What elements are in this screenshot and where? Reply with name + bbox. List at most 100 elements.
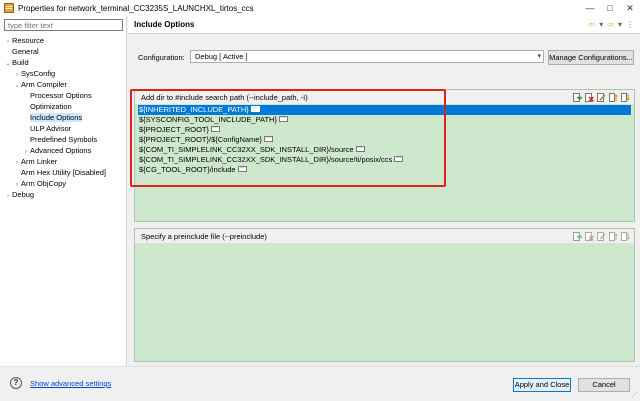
tree-item[interactable]: Include Options xyxy=(0,112,127,123)
show-advanced-settings-link[interactable]: Show advanced settings xyxy=(30,379,111,388)
tree-item-label: Debug xyxy=(12,190,35,199)
more-options-icon[interactable]: ··· xyxy=(250,106,260,113)
more-options-icon[interactable]: ··· xyxy=(394,156,404,163)
list-item[interactable]: ${PROJECT_ROOT} ··· xyxy=(138,125,631,135)
window-controls: — □ ✕ xyxy=(580,0,640,16)
include-path-text: ${PROJECT_ROOT}/${ConfigName} xyxy=(139,135,262,144)
tree-item[interactable]: › Arm Linker xyxy=(0,156,127,167)
configuration-row: Configuration: xyxy=(138,50,189,64)
tree-item-label: General xyxy=(12,47,39,56)
page-navigation: ⇦ ▾ ⇨ ▾ ⋮ xyxy=(589,20,634,29)
preinclude-panel: Specify a preinclude file (--preinclude) xyxy=(134,228,635,362)
forward-menu-icon[interactable]: ▾ xyxy=(618,20,622,29)
tree-item[interactable]: Optimization xyxy=(0,101,127,112)
tree-item[interactable]: › Advanced Options xyxy=(0,145,127,156)
list-item[interactable]: ${COM_TI_SIMPLELINK_CC32XX_SDK_INSTALL_D… xyxy=(138,155,631,165)
back-menu-icon[interactable]: ▾ xyxy=(599,20,603,29)
window-titlebar: Properties for network_terminal_CC3235S_… xyxy=(0,0,640,16)
view-menu-icon[interactable]: ⋮ xyxy=(626,20,634,29)
move-down-icon xyxy=(620,231,630,241)
preinclude-toolbar xyxy=(572,231,630,241)
tree-item-label: Include Options xyxy=(30,113,83,122)
property-tree: › Resource General ⌄Build › SysConfig ⌄Arm Com… xyxy=(0,35,127,200)
cancel-button[interactable]: Cancel xyxy=(578,378,630,392)
more-options-icon[interactable]: ··· xyxy=(263,136,273,143)
list-item[interactable]: ${PROJECT_ROOT}/${ConfigName} ··· xyxy=(138,135,631,145)
maximize-button[interactable]: □ xyxy=(600,0,620,16)
list-item[interactable]: ${INHERITED_INCLUDE_PATH} ··· xyxy=(138,105,631,115)
forward-arrow-icon[interactable]: ⇨ xyxy=(607,20,614,29)
resize-grip-icon[interactable]: ⋰ xyxy=(631,391,638,399)
tree-item[interactable]: General xyxy=(0,46,127,57)
apply-and-close-button[interactable]: Apply and Close xyxy=(513,378,571,392)
tree-item-label: Predefined Symbols xyxy=(30,135,98,144)
preinclude-header: Specify a preinclude file (--preinclude) xyxy=(135,229,634,243)
tree-item-label: SysConfig xyxy=(21,69,56,78)
window-title: Properties for network_terminal_CC3235S_… xyxy=(18,3,254,13)
include-path-text: ${PROJECT_ROOT} xyxy=(139,125,210,134)
tree-item-label: Arm ObjCopy xyxy=(21,179,67,188)
more-options-icon[interactable]: ··· xyxy=(211,126,221,133)
back-arrow-icon[interactable]: ⇦ xyxy=(589,20,596,29)
add-icon[interactable] xyxy=(572,231,582,241)
include-path-text: ${INHERITED_INCLUDE_PATH} xyxy=(139,105,249,114)
move-up-icon xyxy=(608,231,618,241)
edit-icon xyxy=(596,231,606,241)
move-up-icon[interactable] xyxy=(608,92,618,102)
dialog-button-bar: ? Show advanced settings Apply and Close… xyxy=(0,366,640,401)
tree-item[interactable]: › Arm ObjCopy xyxy=(0,178,127,189)
delete-icon xyxy=(584,231,594,241)
tree-item-label: Processor Options xyxy=(30,91,92,100)
configuration-select[interactable]: Debug [ Active ] ▾ xyxy=(190,50,544,63)
minimize-button[interactable]: — xyxy=(580,0,600,16)
include-path-label: Add dir to #include search path (--inclu… xyxy=(141,93,308,102)
tree-item-label: Arm Hex Utility [Disabled] xyxy=(21,168,107,177)
list-item[interactable]: ${SYSCONFIG_TOOL_INCLUDE_PATH} ··· xyxy=(138,115,631,125)
delete-icon[interactable] xyxy=(584,92,594,102)
property-navigation-pane: ›ResourceGeneral⌄Build›SysConfig⌄Arm Com… xyxy=(0,16,127,366)
configuration-value: Debug [ Active ] xyxy=(195,52,248,61)
chevron-right-icon[interactable]: › xyxy=(4,191,12,202)
include-path-toolbar xyxy=(572,92,630,102)
tree-item[interactable]: › Resource xyxy=(0,35,127,46)
tree-item[interactable]: › Debug xyxy=(0,189,127,200)
tree-item[interactable]: › SysConfig xyxy=(0,68,127,79)
add-icon[interactable] xyxy=(572,92,582,102)
tree-item[interactable]: ⌄Build xyxy=(0,57,127,68)
include-path-text: ${SYSCONFIG_TOOL_INCLUDE_PATH} xyxy=(139,115,277,124)
filter-input[interactable] xyxy=(4,19,123,31)
tree-item-label: Build xyxy=(12,58,29,67)
manage-configurations-button[interactable]: Manage Configurations... xyxy=(548,50,634,65)
tree-item[interactable]: Processor Options xyxy=(0,90,127,101)
edit-icon[interactable] xyxy=(596,92,606,102)
include-path-text: ${COM_TI_SIMPLELINK_CC32XX_SDK_INSTALL_D… xyxy=(139,145,354,154)
tree-item[interactable]: Predefined Symbols xyxy=(0,134,127,145)
list-item[interactable]: ${COM_TI_SIMPLELINK_CC32XX_SDK_INSTALL_D… xyxy=(138,145,631,155)
tree-item[interactable]: Arm Hex Utility [Disabled] xyxy=(0,167,127,178)
configuration-label: Configuration: xyxy=(138,52,185,62)
include-path-list[interactable]: ${INHERITED_INCLUDE_PATH} ··· ${SYSCONFIG_… xyxy=(138,105,631,219)
help-icon[interactable]: ? xyxy=(10,377,22,389)
preinclude-list[interactable] xyxy=(138,244,631,359)
tree-item[interactable]: ULP Advisor xyxy=(0,123,127,134)
move-down-icon[interactable] xyxy=(620,92,630,102)
properties-app-icon xyxy=(4,3,14,13)
tree-item-label: ULP Advisor xyxy=(30,124,72,133)
page-title: Include Options xyxy=(134,20,195,29)
include-path-text: ${COM_TI_SIMPLELINK_CC32XX_SDK_INSTALL_D… xyxy=(139,155,393,164)
list-item[interactable]: ${CG_TOOL_ROOT}/include ··· xyxy=(138,165,631,175)
tree-item-label: Resource xyxy=(12,36,45,45)
more-options-icon[interactable]: ··· xyxy=(278,116,288,123)
page-header: Include Options ⇦ ▾ ⇨ ▾ ⋮ xyxy=(128,16,640,34)
tree-item-label: Optimization xyxy=(30,102,72,111)
tree-item-label: Advanced Options xyxy=(30,146,92,155)
more-options-icon[interactable]: ··· xyxy=(355,146,365,153)
include-path-text: ${CG_TOOL_ROOT}/include xyxy=(139,165,236,174)
more-options-icon[interactable]: ··· xyxy=(237,166,247,173)
tree-item-label: Arm Linker xyxy=(21,157,58,166)
tree-item[interactable]: ⌄Arm Compiler xyxy=(0,79,127,90)
include-path-panel: Add dir to #include search path (--inclu… xyxy=(134,89,635,222)
chevron-down-icon: ▾ xyxy=(537,53,541,60)
preinclude-label: Specify a preinclude file (--preinclude) xyxy=(141,232,267,241)
close-button[interactable]: ✕ xyxy=(620,0,640,16)
